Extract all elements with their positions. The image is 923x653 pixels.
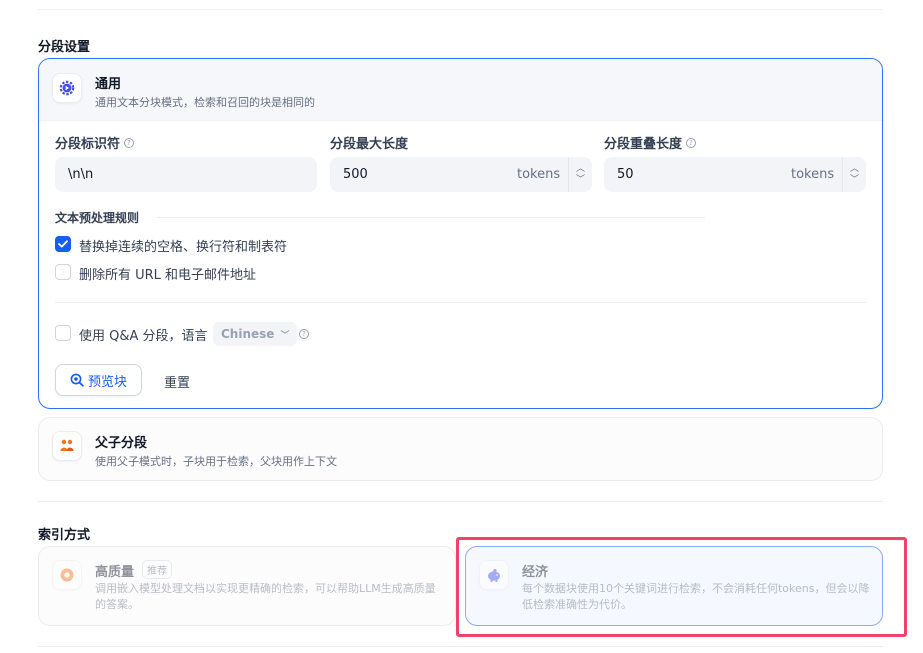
- parent-child-description: 使用父子模式时，子块用于检索，父块用作上下文: [95, 455, 337, 468]
- general-title: 通用: [95, 77, 122, 92]
- high-quality-description: 调用嵌入模型处理文档以实现更精确的检索，可以帮助LLM生成高质量的答案。: [95, 582, 436, 611]
- search-icon: [70, 373, 84, 387]
- top-divider: [38, 9, 883, 10]
- replace-spaces-label[interactable]: 替换掉连续的空格、换行符和制表符: [79, 236, 287, 255]
- chevron-up-icon[interactable]: ︿: [576, 164, 585, 175]
- qa-checkbox[interactable]: [55, 325, 71, 341]
- qa-divider: [55, 302, 866, 303]
- general-description: 通用文本分块模式，检索和召回的块是相同的: [95, 96, 315, 109]
- chevron-down-icon: ﹀: [280, 330, 290, 341]
- parent-child-title: 父子分段: [95, 436, 148, 451]
- preview-chunks-button[interactable]: 预览块: [55, 364, 142, 396]
- help-icon[interactable]: ?: [124, 137, 135, 148]
- parent-child-chunk-card[interactable]: 父子分段 使用父子模式时，子块用于检索，父块用作上下文: [38, 417, 883, 481]
- remove-urls-checkbox[interactable]: [55, 264, 71, 280]
- qa-label[interactable]: 使用 Q&A 分段，语言: [79, 325, 208, 344]
- segment-section-title: 分段设置: [38, 40, 91, 55]
- reset-button[interactable]: 重置: [164, 372, 190, 391]
- help-icon[interactable]: ?: [686, 137, 697, 148]
- max-length-stepper[interactable]: ︿ ﹀: [568, 157, 592, 192]
- recommended-badge: 推荐: [142, 560, 172, 579]
- gear-icon: [52, 73, 82, 103]
- rules-divider: [157, 217, 705, 218]
- check-icon: [58, 240, 68, 248]
- general-chunk-card[interactable]: 通用 通用文本分块模式，检索和召回的块是相同的 分段标识符 ? 分段最大长度 分…: [38, 58, 883, 409]
- help-icon[interactable]: ?: [299, 329, 309, 339]
- rules-title: 文本预处理规则: [55, 211, 140, 225]
- high-quality-index-card[interactable]: 高质量 推荐 调用嵌入模型处理文档以实现更精确的检索，可以帮助LLM生成高质量的…: [38, 546, 456, 626]
- separator-input[interactable]: \n\n: [55, 157, 317, 192]
- general-card-header[interactable]: 通用 通用文本分块模式，检索和召回的块是相同的: [39, 59, 882, 121]
- bottom-divider: [38, 646, 883, 647]
- separator-label: 分段标识符 ?: [55, 133, 135, 152]
- overlap-unit: tokens: [791, 167, 835, 182]
- section-divider: [38, 501, 883, 502]
- selection-highlight: [456, 537, 907, 637]
- chevron-down-icon[interactable]: ﹀: [850, 175, 859, 186]
- high-quality-title: 高质量: [95, 565, 135, 580]
- index-section-title: 索引方式: [38, 528, 91, 543]
- star-icon: [52, 560, 82, 590]
- chevron-up-icon[interactable]: ︿: [850, 164, 859, 175]
- overlap-label: 分段重叠长度 ?: [604, 133, 697, 152]
- parent-child-icon: [52, 431, 82, 461]
- chevron-down-icon[interactable]: ﹀: [576, 175, 585, 186]
- replace-spaces-checkbox[interactable]: [55, 236, 71, 252]
- language-select[interactable]: Chinese ﹀: [213, 322, 298, 346]
- remove-urls-label[interactable]: 删除所有 URL 和电子邮件地址: [79, 264, 256, 283]
- max-length-unit: tokens: [517, 167, 561, 182]
- max-length-label: 分段最大长度: [330, 137, 409, 152]
- overlap-stepper[interactable]: ︿ ﹀: [842, 157, 866, 192]
